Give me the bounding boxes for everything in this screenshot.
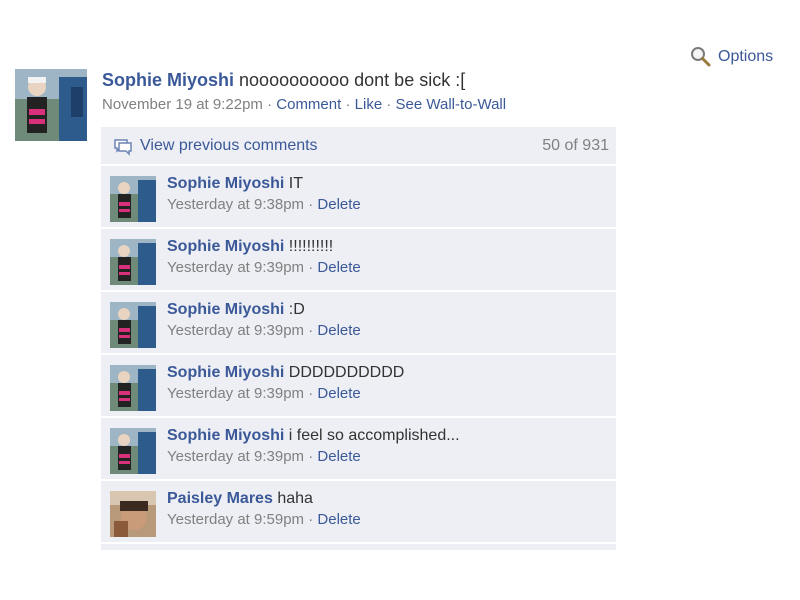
separator: ·: [308, 259, 314, 276]
post-meta: November 19 at 9:22pm · Comment · Like ·…: [102, 96, 722, 113]
comment-author-link[interactable]: Sophie Miyoshi: [167, 364, 284, 381]
avatar[interactable]: [110, 176, 156, 222]
comment-timestamp: Yesterday at 9:38pm: [167, 196, 305, 213]
comment-author-link[interactable]: Sophie Miyoshi: [167, 301, 284, 318]
comment-timestamp: Yesterday at 9:39pm: [167, 385, 305, 402]
post-text: noooooooooo dont be sick :[: [239, 70, 466, 90]
view-previous-comments[interactable]: View previous comments 50 of 931: [101, 127, 616, 166]
wall-to-wall-link[interactable]: See Wall-to-Wall: [396, 96, 507, 113]
delete-link[interactable]: Delete: [317, 448, 360, 465]
comment-text: :D: [288, 301, 305, 318]
avatar[interactable]: [110, 239, 156, 285]
comment-text: IT: [288, 175, 304, 192]
comment-author-link[interactable]: Sophie Miyoshi: [167, 427, 284, 444]
comment-text: haha: [277, 490, 313, 507]
like-link[interactable]: Like: [355, 96, 383, 113]
post-timestamp: November 19 at 9:22pm: [102, 96, 263, 113]
comment-bubble-icon: [113, 138, 133, 161]
comment-text: i feel so accomplished...: [288, 427, 460, 444]
comment-count: 50 of 931: [542, 137, 609, 154]
comment-link[interactable]: Comment: [276, 96, 341, 113]
separator: ·: [308, 448, 314, 465]
comment-timestamp: Yesterday at 9:39pm: [167, 259, 305, 276]
comment-text: DDDDDDDDDD: [288, 364, 405, 381]
comment-item: Sophie Miyoshi i feel so accomplished...…: [101, 418, 616, 481]
post-author-link[interactable]: Sophie Miyoshi: [102, 70, 234, 90]
separator: ·: [386, 96, 392, 113]
delete-link[interactable]: Delete: [317, 385, 360, 402]
avatar[interactable]: [15, 69, 87, 141]
post-content: Sophie Miyoshi noooooooooo dont be sick …: [102, 68, 722, 92]
separator: ·: [267, 96, 273, 113]
delete-link[interactable]: Delete: [317, 322, 360, 339]
search-icon: [690, 46, 712, 68]
comment-author-link[interactable]: Sophie Miyoshi: [167, 238, 284, 255]
comment-item: Sophie Miyoshi :D Yesterday at 9:39pm · …: [101, 292, 616, 355]
comment-author-link[interactable]: Paisley Mares: [167, 490, 273, 507]
separator: ·: [308, 385, 314, 402]
options-button[interactable]: Options: [690, 46, 773, 68]
comment-text: !!!!!!!!!!: [288, 238, 334, 255]
comment-item: Sophie Miyoshi !!!!!!!!!! Yesterday at 9…: [101, 229, 616, 292]
separator: ·: [345, 96, 351, 113]
comment-timestamp: Yesterday at 9:39pm: [167, 448, 305, 465]
comment-timestamp: Yesterday at 9:59pm: [167, 511, 305, 528]
separator: ·: [308, 322, 314, 339]
avatar[interactable]: [110, 428, 156, 474]
delete-link[interactable]: Delete: [317, 511, 360, 528]
separator: ·: [308, 196, 314, 213]
avatar[interactable]: [110, 491, 156, 537]
comment-author-link[interactable]: Sophie Miyoshi: [167, 175, 284, 192]
delete-link[interactable]: Delete: [317, 196, 360, 213]
comment-item: Sophie Miyoshi DDDDDDDDDD Yesterday at 9…: [101, 355, 616, 418]
comments-panel-footer: [101, 544, 616, 550]
comment-item: Paisley Mares haha Yesterday at 9:59pm ·…: [101, 481, 616, 544]
post-header: Sophie Miyoshi noooooooooo dont be sick …: [102, 68, 722, 113]
options-label: Options: [718, 48, 774, 65]
view-previous-label: View previous comments: [140, 137, 318, 154]
wall-post: Options Sophie Miyoshi noooooooooo dont …: [0, 0, 800, 600]
comment-item: Sophie Miyoshi IT Yesterday at 9:38pm · …: [101, 166, 616, 229]
comments-panel: View previous comments 50 of 931 Sophie …: [101, 127, 616, 550]
delete-link[interactable]: Delete: [317, 259, 360, 276]
avatar[interactable]: [110, 365, 156, 411]
comment-timestamp: Yesterday at 9:39pm: [167, 322, 305, 339]
separator: ·: [308, 511, 314, 528]
avatar[interactable]: [110, 302, 156, 348]
